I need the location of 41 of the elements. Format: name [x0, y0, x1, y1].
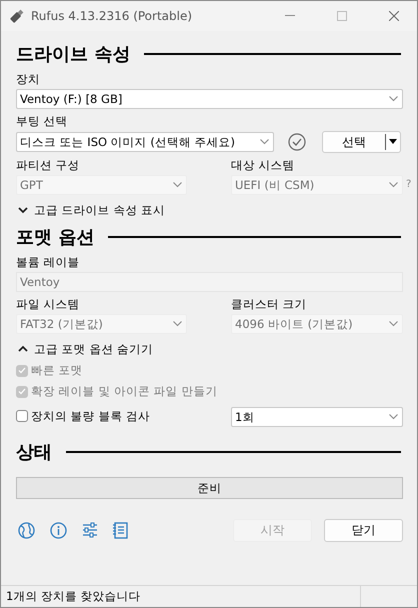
field-label: 파일 시스템 — [16, 297, 81, 312]
dropdown[interactable]: Ventoy (F:) [8 GB] — [16, 89, 403, 109]
checkbox[interactable]: 장치의 불량 블록 검사 — [16, 408, 231, 424]
field-label: 대상 시스템 — [231, 158, 296, 173]
dropdown[interactable]: 디스크 또는 ISO 이미지 (선택해 주세요) — [16, 132, 274, 152]
select-button[interactable]: 선택 — [322, 131, 401, 153]
check-icon — [18, 367, 26, 374]
globe-icon[interactable] — [18, 522, 35, 539]
minimize-icon[interactable] — [285, 15, 295, 17]
status-text: 1개의 장치를 찾았습니다 — [6, 589, 142, 604]
field-label: 클러스터 크기 — [231, 297, 308, 312]
field-label: 볼륨 레이블 — [16, 255, 81, 270]
help-mark[interactable]: ? — [403, 178, 412, 190]
log-icon[interactable] — [113, 522, 128, 539]
section-heading: 상태 — [16, 441, 52, 464]
chevron-down-icon — [389, 321, 398, 327]
dropdown[interactable]: 1회 — [231, 407, 403, 427]
chevron-icon — [18, 206, 28, 214]
chevron-down-icon — [389, 182, 398, 188]
usb-drive-icon — [9, 8, 25, 24]
window-title: Rufus 4.13.2316 (Portable) — [31, 9, 194, 23]
field-label: 파티션 구성 — [16, 158, 81, 173]
advanced-toggle[interactable]: 고급 드라이브 속성 표시 — [16, 202, 165, 218]
chevron-down-icon — [260, 139, 269, 145]
chevron-down-icon — [389, 96, 398, 102]
info-icon[interactable] — [50, 522, 67, 539]
settings-icon[interactable] — [82, 522, 98, 538]
close-icon[interactable] — [389, 11, 399, 21]
chevron-icon — [18, 345, 28, 353]
chevron-down-icon — [173, 321, 182, 327]
close-dialog-button[interactable]: 닫기 — [324, 519, 403, 542]
chevron-down-icon — [173, 182, 182, 188]
section-heading: 드라이브 속성 — [16, 43, 130, 66]
advanced-toggle[interactable]: 고급 포맷 옵션 숨기기 — [16, 341, 153, 357]
check-icon — [18, 388, 26, 395]
chevron-down-icon — [389, 414, 398, 420]
field-label: 장치 — [16, 72, 41, 87]
section-heading: 포맷 옵션 — [16, 226, 94, 249]
dropdown-arrow-icon — [386, 138, 400, 146]
check-circle-icon[interactable] — [288, 133, 306, 151]
field-label: 부팅 선택 — [16, 114, 69, 129]
